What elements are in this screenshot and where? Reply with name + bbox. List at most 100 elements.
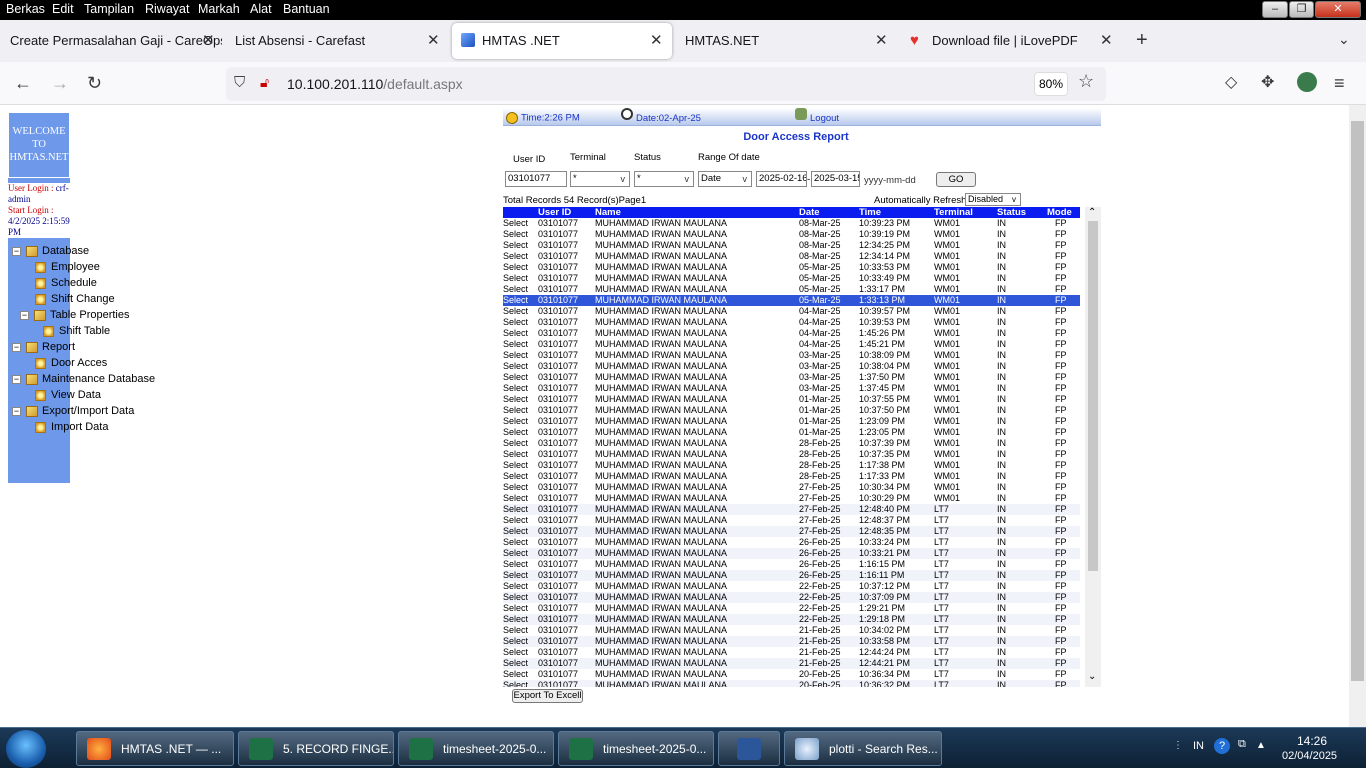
logout-link[interactable]: Logout	[795, 108, 839, 124]
grid-scroll-thumb[interactable]	[1088, 221, 1098, 571]
table-row[interactable]: Select 03101077 MUHAMMAD IRWAN MAULANA 08-M…	[503, 218, 1080, 229]
table-row[interactable]: Select 03101077 MUHAMMAD IRWAN MAULANA 28-F…	[503, 460, 1080, 471]
select-link[interactable]: Select	[503, 537, 528, 548]
auto-refresh-select[interactable]: Disabled v	[965, 193, 1021, 206]
col-status[interactable]: Status	[997, 207, 1026, 218]
select-link[interactable]: Select	[503, 680, 528, 687]
table-row[interactable]: Select 03101077 MUHAMMAD IRWAN MAULANA 26-F…	[503, 548, 1080, 559]
tree-label[interactable]: Shift Change	[51, 293, 115, 305]
windows-start-icon[interactable]	[6, 730, 46, 768]
hamburger-menu-icon[interactable]: ≡	[1334, 72, 1345, 94]
status-select[interactable]: *	[634, 171, 694, 187]
select-link[interactable]: Select	[503, 526, 528, 537]
table-row[interactable]: Select 03101077 MUHAMMAD IRWAN MAULANA 27-F…	[503, 504, 1080, 515]
col-terminal[interactable]: Terminal	[934, 207, 973, 218]
taskbar-excel-record[interactable]: 5. RECORD FINGE...	[238, 731, 394, 766]
table-row[interactable]: Select 03101077 MUHAMMAD IRWAN MAULANA 22-F…	[503, 581, 1080, 592]
select-link[interactable]: Select	[503, 603, 528, 614]
select-link[interactable]: Select	[503, 284, 528, 295]
forward-icon[interactable]: →	[51, 72, 69, 94]
table-row[interactable]: Select 03101077 MUHAMMAD IRWAN MAULANA 01-M…	[503, 405, 1080, 416]
tab-hmtas-active[interactable]: HMTAS .NET ✕	[452, 23, 672, 59]
select-link[interactable]: Select	[503, 306, 528, 317]
select-link[interactable]: Select	[503, 581, 528, 592]
tree-label[interactable]: Import Data	[51, 421, 108, 433]
tree-label[interactable]: Export/Import Data	[42, 405, 134, 417]
table-row[interactable]: Select 03101077 MUHAMMAD IRWAN MAULANA 21-F…	[503, 647, 1080, 658]
select-link[interactable]: Select	[503, 548, 528, 559]
menu-bantuan[interactable]: Bantuan	[283, 2, 330, 16]
select-link[interactable]: Select	[503, 614, 528, 625]
table-row[interactable]: Select 03101077 MUHAMMAD IRWAN MAULANA 03-M…	[503, 383, 1080, 394]
select-link[interactable]: Select	[503, 460, 528, 471]
select-link[interactable]: Select	[503, 625, 528, 636]
close-tab-icon[interactable]: ✕	[202, 23, 215, 59]
clock-time[interactable]: 14:26	[1297, 734, 1327, 748]
table-row[interactable]: Select 03101077 MUHAMMAD IRWAN MAULANA 22-F…	[503, 614, 1080, 625]
select-link[interactable]: Select	[503, 669, 528, 680]
tree-label[interactable]: Door Acces	[51, 357, 107, 369]
select-link[interactable]: Select	[503, 427, 528, 438]
collapse-icon[interactable]: −	[20, 310, 29, 320]
select-link[interactable]: Select	[503, 328, 528, 339]
table-row[interactable]: Select 03101077 MUHAMMAD IRWAN MAULANA 05-M…	[503, 284, 1080, 295]
select-link[interactable]: Select	[503, 493, 528, 504]
tree-item-shift-table[interactable]: Shift Table	[43, 324, 110, 338]
table-row[interactable]: Select 03101077 MUHAMMAD IRWAN MAULANA 03-M…	[503, 372, 1080, 383]
logout-text[interactable]: Logout	[810, 113, 839, 124]
taskbar-word[interactable]	[718, 731, 780, 766]
select-link[interactable]: Select	[503, 339, 528, 350]
address-bar[interactable]: ⛉ 🔓︎ 10.100.201.110/default.aspx 80% ☆	[226, 67, 1106, 101]
table-row[interactable]: Select 03101077 MUHAMMAD IRWAN MAULANA 04-M…	[503, 317, 1080, 328]
date-from-input[interactable]: 2025-02-16	[756, 171, 807, 187]
terminal-select[interactable]: *	[570, 171, 630, 187]
select-link[interactable]: Select	[503, 636, 528, 647]
date-to-input[interactable]: 2025-03-15	[811, 171, 860, 187]
select-link[interactable]: Select	[503, 350, 528, 361]
network-icon[interactable]: ⧉	[1238, 738, 1246, 751]
table-row[interactable]: Select 03101077 MUHAMMAD IRWAN MAULANA 05-M…	[503, 273, 1080, 284]
col-mode[interactable]: Mode	[1047, 207, 1072, 218]
select-link[interactable]: Select	[503, 570, 528, 581]
table-row[interactable]: Select 03101077 MUHAMMAD IRWAN MAULANA 04-M…	[503, 339, 1080, 350]
extensions-icon[interactable]: ✥	[1261, 72, 1274, 94]
table-row[interactable]: Select 03101077 MUHAMMAD IRWAN MAULANA 21-F…	[503, 625, 1080, 636]
table-row[interactable]: Select 03101077 MUHAMMAD IRWAN MAULANA 27-F…	[503, 493, 1080, 504]
scroll-thumb[interactable]	[1351, 121, 1364, 681]
tree-node-table-properties[interactable]: − Table Properties	[20, 308, 130, 322]
select-link[interactable]: Select	[503, 504, 528, 515]
tree-label[interactable]: Report	[42, 341, 75, 353]
table-row[interactable]: Select 03101077 MUHAMMAD IRWAN MAULANA 08-M…	[503, 251, 1080, 262]
tree-node-database[interactable]: − Database	[12, 244, 89, 258]
scroll-up-icon[interactable]: ⌃	[1088, 207, 1096, 218]
tree-label[interactable]: Database	[42, 245, 89, 257]
table-row[interactable]: Select 03101077 MUHAMMAD IRWAN MAULANA 28-F…	[503, 438, 1080, 449]
table-row[interactable]: Select 03101077 MUHAMMAD IRWAN MAULANA 03-M…	[503, 350, 1080, 361]
select-link[interactable]: Select	[503, 251, 528, 262]
userid-input[interactable]: 03101077	[505, 171, 567, 187]
table-row[interactable]: Select 03101077 MUHAMMAD IRWAN MAULANA 26-F…	[503, 559, 1080, 570]
page-scrollbar[interactable]	[1349, 105, 1366, 727]
table-row[interactable]: Select 03101077 MUHAMMAD IRWAN MAULANA 22-F…	[503, 592, 1080, 603]
tree-item-employee[interactable]: Employee	[35, 260, 100, 274]
tree-label[interactable]: Schedule	[51, 277, 97, 289]
maximize-button[interactable]: ❐	[1289, 1, 1314, 18]
shield-icon[interactable]: ⛉	[234, 74, 245, 91]
tree-node-export-import[interactable]: − Export/Import Data	[12, 404, 134, 418]
select-link[interactable]: Select	[503, 647, 528, 658]
menu-markah[interactable]: Markah	[198, 2, 240, 16]
col-date[interactable]: Date	[799, 207, 820, 218]
close-tab-icon[interactable]: ✕	[875, 23, 888, 59]
collapse-icon[interactable]: −	[12, 406, 21, 416]
select-link[interactable]: Select	[503, 515, 528, 526]
menu-berkas[interactable]: Berkas	[6, 2, 45, 16]
taskbar-search[interactable]: plotti - Search Res...	[784, 731, 942, 766]
collapse-icon[interactable]: −	[12, 374, 21, 384]
menu-tampilan[interactable]: Tampilan	[84, 2, 134, 16]
collapse-icon[interactable]: −	[12, 246, 21, 256]
zoom-level[interactable]: 80%	[1034, 72, 1068, 96]
table-row[interactable]: Select 03101077 MUHAMMAD IRWAN MAULANA 26-F…	[503, 570, 1080, 581]
tree-node-report[interactable]: − Report	[12, 340, 75, 354]
show-hidden-icons-icon[interactable]: ▲	[1256, 740, 1266, 751]
table-row[interactable]: Select 03101077 MUHAMMAD IRWAN MAULANA 04-M…	[503, 306, 1080, 317]
